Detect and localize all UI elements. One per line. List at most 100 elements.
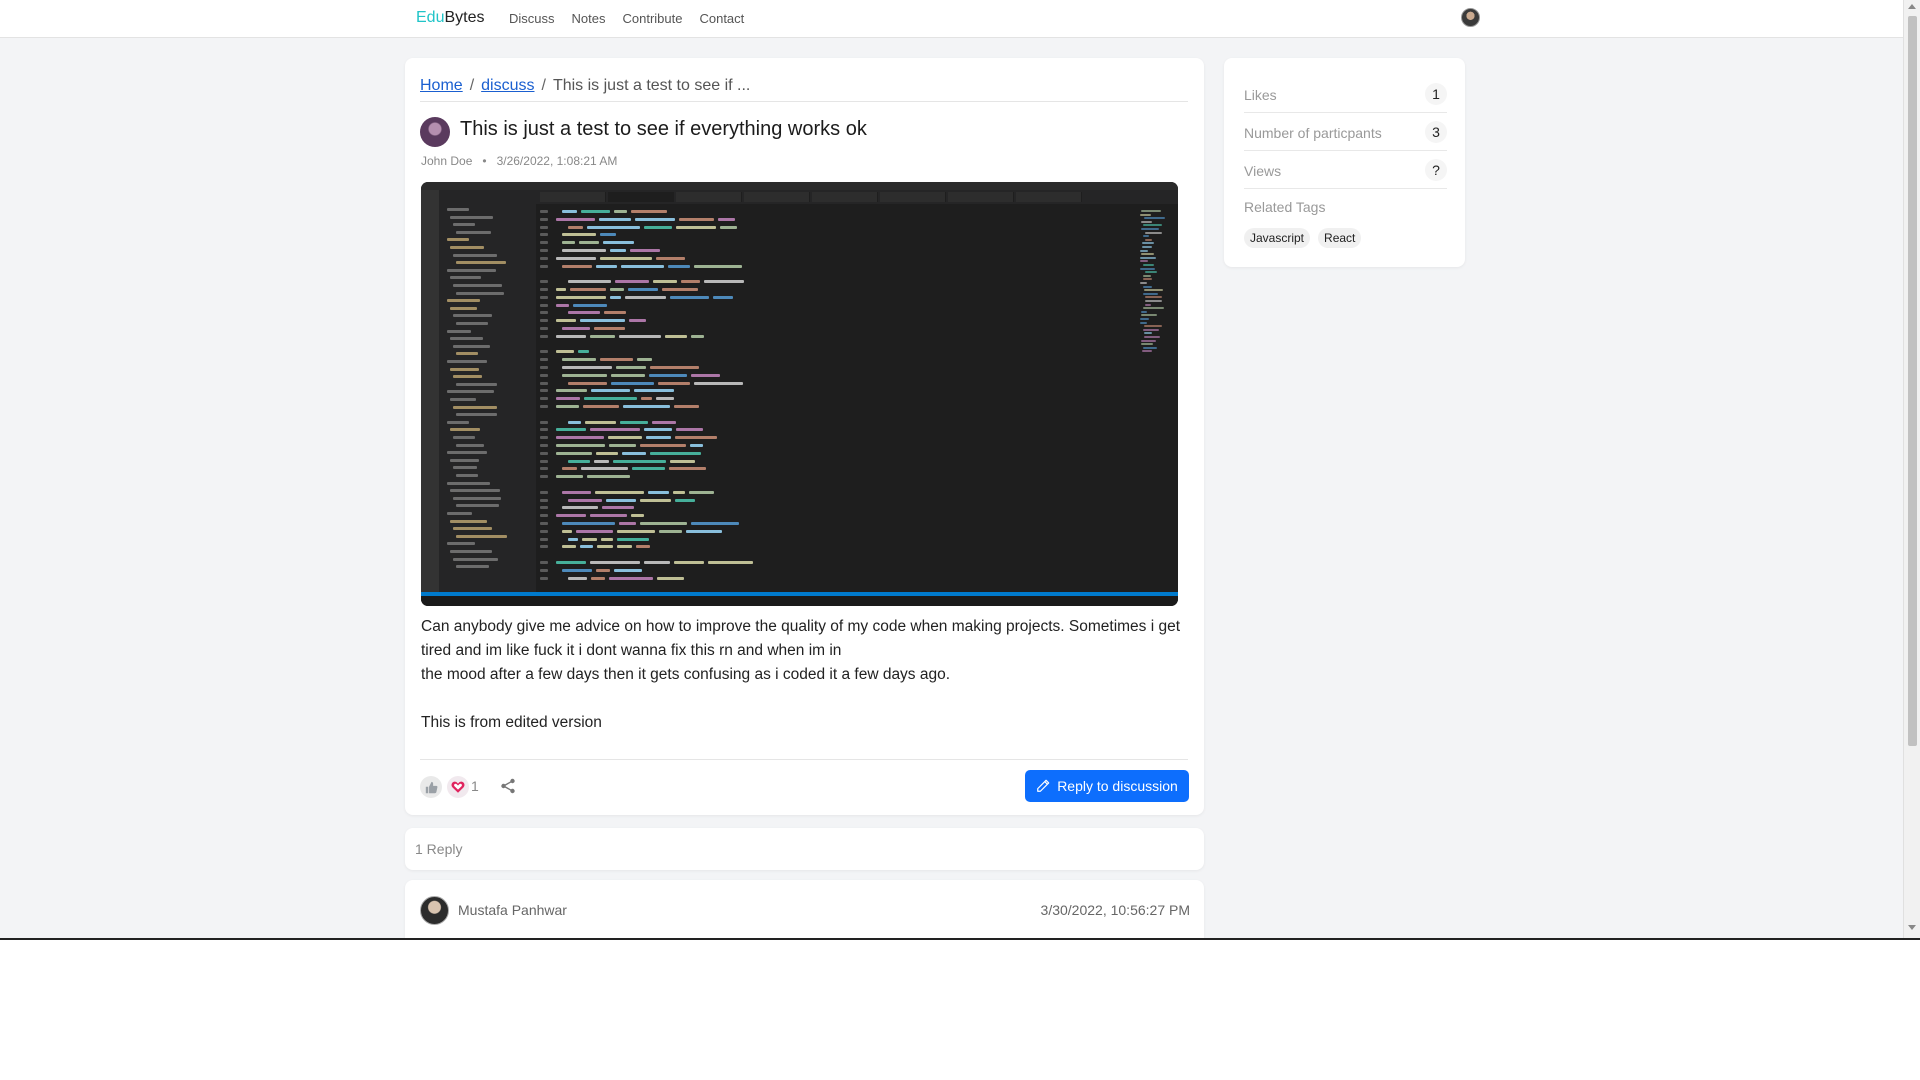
minimap-line [1143, 274, 1151, 277]
code-line-segment [662, 288, 698, 291]
code-line-segment [694, 381, 743, 385]
code-line-segment [597, 545, 613, 549]
blank-area [0, 938, 1920, 1080]
code-line-segment [616, 366, 646, 369]
nav-link-discuss[interactable]: Discuss [509, 11, 555, 26]
scroll-down-arrow-icon[interactable] [1908, 925, 1916, 930]
breadcrumb: Home / discuss / This is just a test to see … [420, 77, 1188, 102]
explorer-entry [447, 268, 496, 272]
explorer-entry [447, 420, 469, 424]
code-line-segment [679, 217, 714, 221]
minimap-line [1143, 292, 1158, 295]
explorer-entry [447, 512, 472, 515]
stat-label: Likes [1244, 87, 1277, 103]
minimap-line [1140, 282, 1147, 284]
code-line-segment [619, 334, 661, 338]
breadcrumb-home-link[interactable]: Home [420, 77, 463, 94]
code-line-segment [615, 280, 649, 284]
tag-react[interactable]: React [1318, 228, 1362, 248]
code-line-segment [581, 210, 610, 213]
reply-to-discussion-button[interactable]: Reply to discussion [1025, 770, 1189, 802]
share-button[interactable] [500, 778, 522, 800]
code-line-segment [568, 498, 602, 502]
explorer-entry [453, 375, 482, 379]
reply-timestamp: 3/30/2022, 10:56:27 PM [1040, 902, 1190, 918]
code-line-segment [676, 225, 716, 229]
nav-link-notes[interactable]: Notes [572, 11, 606, 26]
post-screenshot-image[interactable] [421, 182, 1178, 606]
code-line-segment [604, 311, 626, 315]
code-line-segment [579, 241, 599, 245]
code-line-segment [669, 467, 706, 471]
explorer-entry [450, 276, 481, 280]
code-line-segment [648, 490, 669, 494]
minimap-line [1141, 343, 1153, 346]
scrollbar-thumb[interactable] [1908, 16, 1917, 746]
line-number [540, 475, 548, 479]
code-line-segment [631, 210, 667, 213]
explorer-entry [453, 557, 498, 561]
user-avatar[interactable] [1461, 8, 1480, 27]
code-line-segment [591, 389, 630, 393]
like-button[interactable] [420, 776, 442, 798]
heart-button[interactable] [447, 776, 469, 798]
minimap-line [1145, 300, 1162, 302]
image-minimap [1140, 210, 1166, 360]
code-line-segment [562, 568, 592, 572]
line-number [540, 311, 548, 315]
line-number [540, 537, 548, 541]
post-author[interactable]: John Doe [421, 154, 472, 168]
related-tags-label: Related Tags [1244, 199, 1326, 215]
explorer-entry [447, 208, 469, 211]
top-navbar: EduBytes Discuss Notes Contribute Contac… [0, 0, 1903, 38]
scroll-up-arrow-icon[interactable] [1908, 4, 1916, 9]
post-title: This is just a test to see if everything… [460, 118, 867, 140]
code-line-segment [690, 444, 703, 447]
line-number [540, 506, 548, 510]
line-number [540, 490, 548, 494]
code-line-segment [619, 522, 636, 525]
code-line-segment [556, 561, 586, 564]
explorer-entry [447, 542, 475, 546]
code-line-segment [556, 428, 586, 432]
author-avatar[interactable] [420, 117, 450, 147]
code-line-segment [675, 498, 695, 502]
code-line-segment [570, 288, 606, 291]
reply-author-avatar[interactable] [420, 896, 449, 925]
page-scrollbar[interactable] [1903, 0, 1920, 938]
reply-button-label: Reply to discussion [1057, 778, 1178, 794]
code-line-segment [650, 366, 699, 369]
minimap-line [1145, 238, 1152, 241]
code-line-segment [640, 444, 686, 447]
code-line-segment [562, 233, 596, 237]
code-line-segment [674, 405, 699, 408]
code-line-segment [681, 280, 700, 284]
stat-label: Number of particpants [1244, 125, 1382, 141]
tag-javascript[interactable]: Javascript [1244, 228, 1311, 248]
code-line-segment [613, 459, 666, 463]
code-line-segment [600, 358, 633, 362]
code-line-segment [596, 264, 617, 268]
line-number [540, 288, 548, 291]
explorer-entry [456, 230, 491, 234]
code-line-segment [556, 288, 566, 291]
explorer-entry [450, 215, 493, 219]
image-code-editor [536, 204, 1178, 592]
reply-author[interactable]: Mustafa Panhwar [458, 902, 567, 918]
code-line-segment [610, 288, 624, 291]
stat-label: Views [1244, 163, 1282, 179]
code-line-segment [631, 514, 644, 518]
line-number [540, 256, 548, 260]
minimap-line [1145, 296, 1162, 299]
actions-divider [420, 759, 1188, 760]
line-number [540, 420, 548, 424]
minimap-line [1143, 307, 1164, 310]
nav-link-contact[interactable]: Contact [699, 11, 744, 26]
code-line-segment [603, 241, 634, 245]
breadcrumb-discuss-link[interactable]: discuss [481, 77, 534, 94]
brand-logo[interactable]: EduBytes [416, 9, 484, 27]
minimap-line [1141, 228, 1159, 230]
explorer-entry [453, 527, 492, 531]
minimap-line [1140, 256, 1156, 259]
nav-link-contribute[interactable]: Contribute [622, 11, 682, 26]
